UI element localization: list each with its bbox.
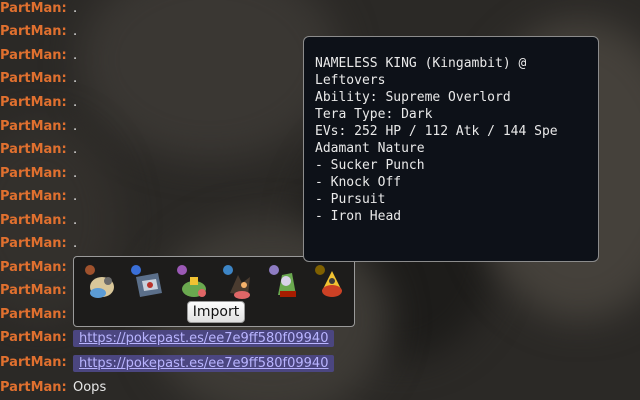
chat-text: . [73, 119, 78, 134]
pokemon-sprite-1[interactable] [82, 263, 120, 301]
import-button[interactable]: Import [187, 301, 245, 323]
chat-text: . [73, 166, 78, 181]
chat-username[interactable]: PartMan: [0, 93, 73, 113]
chat-text: . [73, 189, 78, 204]
chat-message: PartMan: . [0, 140, 77, 160]
chat-message: PartMan: [0, 305, 73, 325]
tooltip-line: Tera Type: Dark [315, 107, 433, 122]
chat-message: PartMan: . [0, 211, 77, 231]
chat-message: PartMan: . [0, 46, 77, 66]
chat-username[interactable]: PartMan: [0, 0, 73, 19]
tooltip-line: - Iron Head [315, 209, 402, 224]
chat-username[interactable]: PartMan: [0, 378, 73, 398]
chat-message: PartMan: https://pokepast.es/ee7e9ff580f… [0, 328, 335, 348]
pokemon-sprite-5[interactable] [266, 263, 304, 301]
chat-message: PartMan: . [0, 164, 77, 184]
chat-message: PartMan: . [0, 234, 77, 254]
chat-text: . [73, 71, 78, 86]
chat-username[interactable]: PartMan: [0, 140, 73, 160]
chat-text: Oops [73, 380, 107, 395]
chat-message: PartMan: . [0, 22, 77, 42]
chat-message: PartMan: . [0, 93, 77, 113]
paste-link[interactable]: https://pokepast.es/ee7e9ff580f09940 [79, 331, 328, 346]
pokemon-sprite-2[interactable] [128, 263, 166, 301]
chat-username[interactable]: PartMan: [0, 187, 73, 207]
chat-text: . [73, 1, 78, 16]
tooltip-line: - Pursuit [315, 192, 386, 207]
chat-message: PartMan: Oops [0, 378, 106, 398]
pokepaste-tooltip: NAMELESS KING (Kingambit) @ Leftovers Ab… [303, 36, 599, 262]
tooltip-line: Ability: Supreme Overlord [315, 90, 511, 105]
chat-text: . [73, 95, 78, 110]
pokemon-sprite-3[interactable] [174, 263, 212, 301]
team-sprites [80, 261, 348, 305]
chat-username[interactable]: PartMan: [0, 211, 73, 231]
pokemon-sprite-4[interactable] [220, 263, 258, 301]
tooltip-line: NAMELESS KING (Kingambit) @ [315, 56, 527, 71]
team-preview-box[interactable]: Import [73, 256, 355, 327]
tooltip-line: Adamant Nature [315, 141, 425, 156]
chat-message: PartMan: . [0, 69, 77, 89]
chat-username[interactable]: PartMan: [0, 328, 73, 348]
chat-message: PartMan: https://pokepast.es/ee7e9ff580f… [0, 353, 335, 373]
chat-text: . [73, 48, 78, 63]
pokemon-sprite-6[interactable] [312, 263, 350, 301]
chat-username[interactable]: PartMan: [0, 117, 73, 137]
paste-link[interactable]: https://pokepast.es/ee7e9ff580f09940 [79, 356, 328, 371]
chat-message: PartMan: [0, 258, 73, 278]
chat-message: PartMan: [0, 281, 73, 301]
chat-username[interactable]: PartMan: [0, 234, 73, 254]
tooltip-line: - Knock Off [315, 175, 402, 190]
paste-link-chip: https://pokepast.es/ee7e9ff580f09940 [73, 329, 335, 347]
chat-message: PartMan: . [0, 0, 77, 19]
chat-username[interactable]: PartMan: [0, 69, 73, 89]
chat-username[interactable]: PartMan: [0, 164, 73, 184]
chat-message: PartMan: . [0, 117, 77, 137]
chat-text: . [73, 213, 78, 228]
tooltip-line: - Sucker Punch [315, 158, 425, 173]
chat-username[interactable]: PartMan: [0, 258, 73, 278]
chat-text: . [73, 142, 78, 157]
chat-username[interactable]: PartMan: [0, 46, 73, 66]
chat-username[interactable]: PartMan: [0, 281, 73, 301]
tooltip-line: EVs: 252 HP / 112 Atk / 144 Spe [315, 124, 558, 139]
chat-text: . [73, 24, 78, 39]
chat-username[interactable]: PartMan: [0, 22, 73, 42]
paste-link-chip: https://pokepast.es/ee7e9ff580f09940 [73, 354, 335, 372]
tooltip-line: Leftovers [315, 73, 386, 88]
chat-text: . [73, 236, 78, 251]
chat-message: PartMan: . [0, 187, 77, 207]
chat-username[interactable]: PartMan: [0, 353, 73, 373]
chat-username[interactable]: PartMan: [0, 305, 73, 325]
